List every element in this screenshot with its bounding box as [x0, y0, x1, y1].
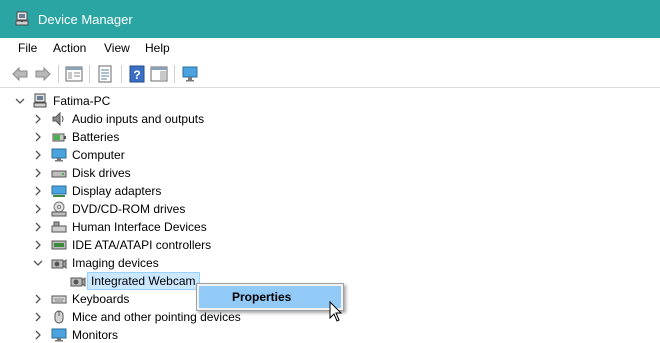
mouse-cursor-icon — [329, 301, 343, 322]
toolbar-separator — [89, 65, 90, 83]
mouse-icon — [54, 310, 64, 324]
camera-icon — [51, 259, 67, 269]
tree-item[interactable]: Batteries — [0, 128, 660, 146]
speaker-icon — [52, 111, 64, 127]
window-title: Device Manager — [38, 12, 133, 27]
menu-action[interactable]: Action — [52, 41, 87, 55]
tree-item-label: IDE ATA/ATAPI controllers — [72, 238, 212, 252]
tree-item-label: Audio inputs and outputs — [72, 112, 205, 126]
menu-file[interactable]: File — [17, 41, 38, 55]
context-menu: Properties — [196, 283, 344, 311]
chevron-right-icon[interactable] — [33, 330, 43, 340]
action-pane-icon[interactable] — [150, 65, 168, 83]
chevron-right-icon[interactable] — [33, 168, 43, 178]
device-manager-icon — [15, 11, 29, 26]
chevron-right-icon[interactable] — [33, 204, 43, 214]
context-menu-properties[interactable]: Properties — [199, 286, 341, 308]
menu-bar: File Action View Help — [0, 38, 660, 60]
context-menu-item-label: Properties — [232, 290, 292, 304]
keyboard-icon — [51, 295, 67, 304]
tree-item[interactable]: Human Interface Devices — [0, 218, 660, 236]
tree-item[interactable]: Computer — [0, 146, 660, 164]
chevron-right-icon[interactable] — [33, 114, 43, 124]
tree-item-label: Integrated Webcam — [87, 272, 200, 290]
chevron-right-icon[interactable] — [33, 150, 43, 160]
forward-arrow-icon[interactable] — [34, 65, 52, 83]
back-arrow-icon[interactable] — [11, 65, 29, 83]
help-icon[interactable]: ? — [128, 65, 146, 83]
chevron-right-icon[interactable] — [33, 186, 43, 196]
tree-item-label: Display adapters — [72, 184, 162, 198]
tree-item-label: Keyboards — [72, 292, 130, 306]
tree-item-label: Human Interface Devices — [72, 220, 207, 234]
tree-item-label: Monitors — [72, 328, 119, 342]
tree-item-label: Disk drives — [72, 166, 131, 180]
computer-icon — [51, 148, 67, 162]
toolbar-separator — [121, 65, 122, 83]
monitor-icon[interactable] — [181, 65, 199, 83]
display-adapter-icon — [51, 185, 67, 197]
disk-drive-icon — [51, 170, 67, 178]
properties-icon[interactable] — [96, 65, 114, 83]
show-hide-console-tree-icon[interactable] — [65, 65, 83, 83]
dvd-drive-icon — [51, 201, 67, 217]
toolbar-separator — [58, 65, 59, 83]
tree-root-label: Fatima-PC — [53, 94, 111, 108]
battery-icon — [52, 133, 66, 142]
tree-item[interactable]: Audio inputs and outputs — [0, 110, 660, 128]
hid-icon — [51, 221, 67, 233]
ide-controller-icon — [51, 240, 67, 250]
tree-item-label: Computer — [72, 148, 125, 162]
tree-item[interactable]: Monitors — [0, 326, 660, 343]
chevron-right-icon[interactable] — [33, 312, 43, 322]
tree-item[interactable]: Disk drives — [0, 164, 660, 182]
menu-help[interactable]: Help — [144, 41, 171, 55]
chevron-right-icon[interactable] — [33, 294, 43, 304]
computer-tower-icon — [33, 93, 47, 108]
tree-item[interactable]: DVD/CD-ROM drives — [0, 200, 660, 218]
tree-item-label: Mice and other pointing devices — [72, 310, 241, 324]
tree-item[interactable]: Display adapters — [0, 182, 660, 200]
tree-item[interactable]: Imaging devices — [0, 254, 660, 272]
tree-root[interactable]: Fatima-PC — [0, 92, 660, 110]
tree-item-label: DVD/CD-ROM drives — [72, 202, 186, 216]
chevron-down-icon[interactable] — [33, 258, 43, 268]
chevron-right-icon[interactable] — [33, 222, 43, 232]
toolbar: ? — [0, 60, 660, 88]
tree-item-label: Imaging devices — [72, 256, 159, 270]
chevron-right-icon[interactable] — [33, 132, 43, 142]
tree-item-label: Batteries — [72, 130, 120, 144]
webcam-icon — [70, 277, 86, 287]
monitor-icon — [51, 328, 67, 342]
chevron-right-icon[interactable] — [33, 240, 43, 250]
tree-item[interactable]: IDE ATA/ATAPI controllers — [0, 236, 660, 254]
svg-text:?: ? — [133, 68, 140, 82]
menu-view[interactable]: View — [103, 41, 131, 55]
toolbar-separator — [174, 65, 175, 83]
title-bar: Device Manager — [0, 0, 660, 38]
chevron-down-icon[interactable] — [15, 96, 25, 106]
